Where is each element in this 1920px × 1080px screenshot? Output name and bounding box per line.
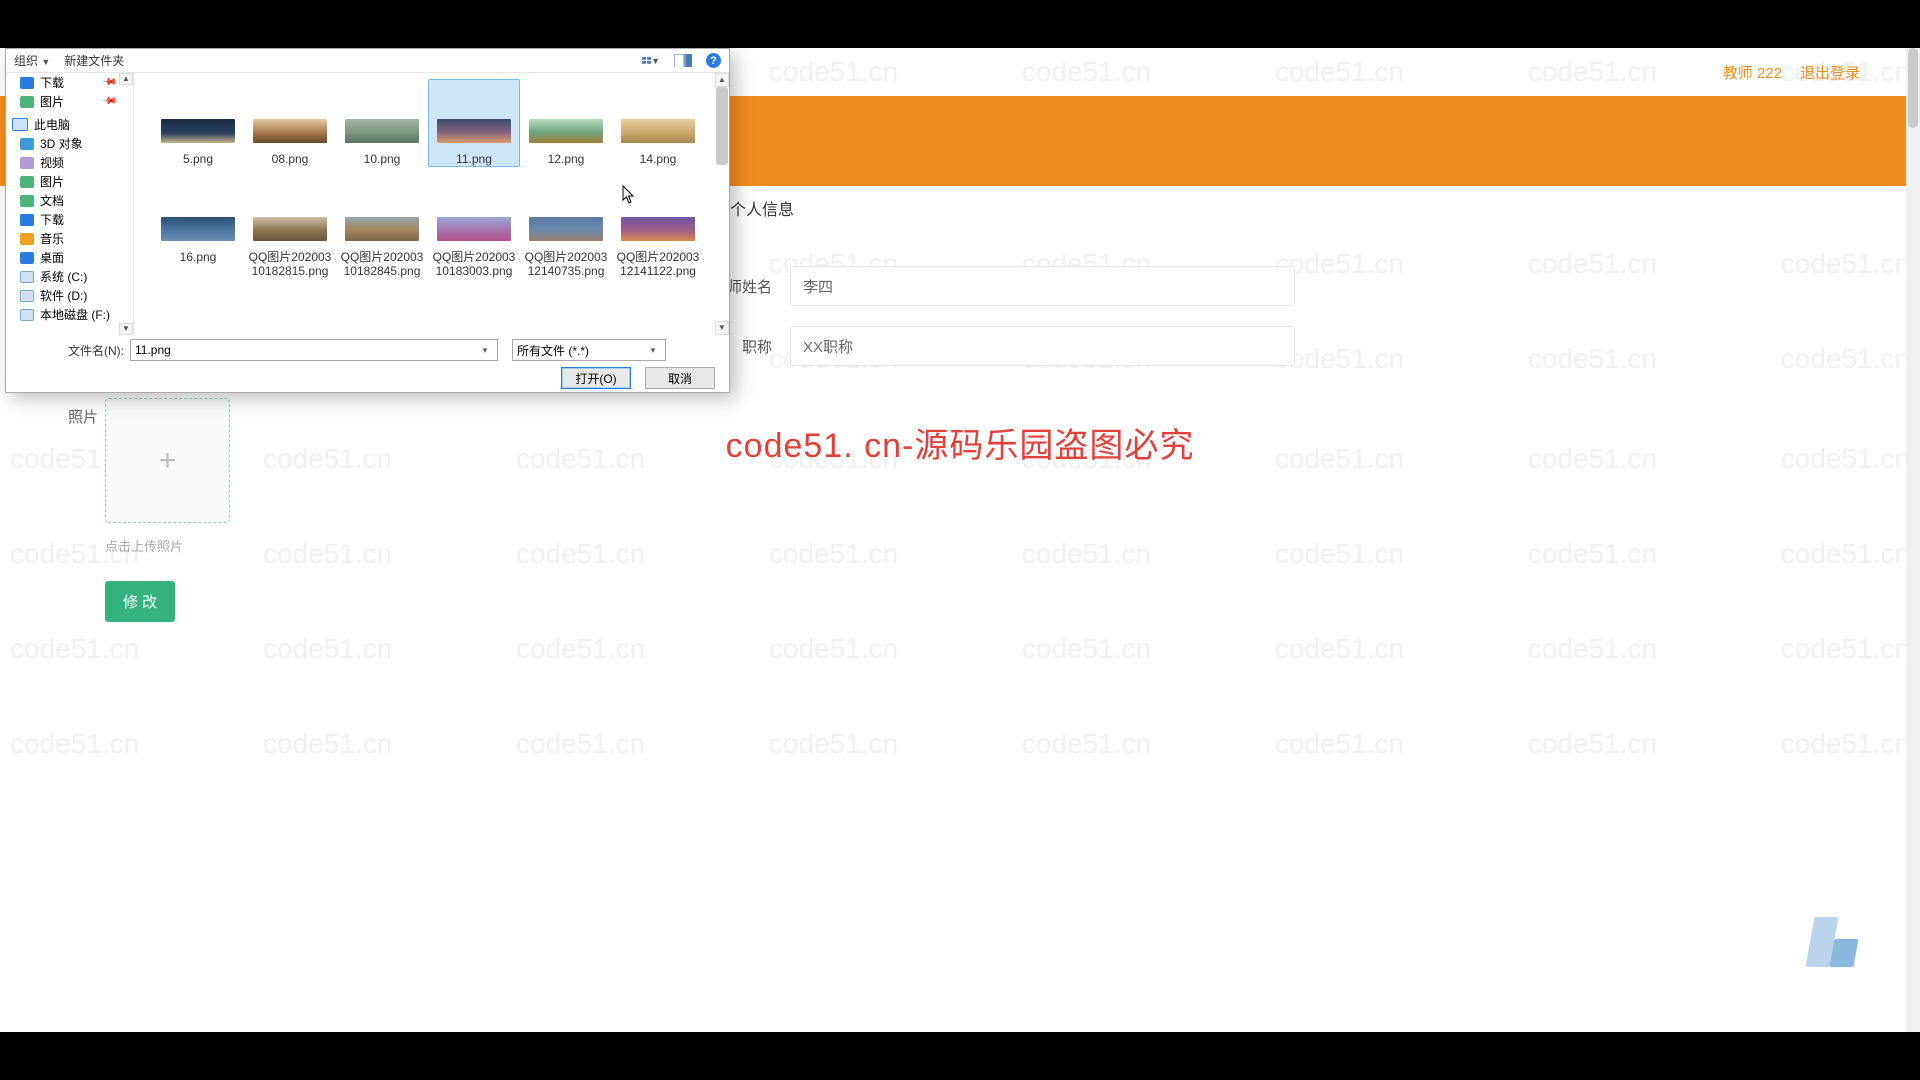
- file-item-selected[interactable]: 11.png: [428, 79, 520, 167]
- plus-icon: +: [159, 444, 177, 478]
- file-item[interactable]: 14.png: [612, 79, 704, 167]
- user-label: 教师 222: [1723, 62, 1782, 83]
- dialog-toolbar: 组织 ▼ 新建文件夹 ▼ ?: [6, 49, 729, 73]
- file-item[interactable]: QQ图片20200312140735.png: [520, 177, 612, 279]
- submit-button[interactable]: 修 改: [105, 581, 175, 622]
- nav-item-pictures[interactable]: 图片📌: [6, 92, 133, 111]
- file-item[interactable]: QQ图片20200310182815.png: [244, 177, 336, 279]
- nav-item-music[interactable]: 音乐: [6, 229, 133, 248]
- cancel-button[interactable]: 取消: [645, 367, 715, 389]
- filetype-select[interactable]: 所有文件 (*.*) ▾: [512, 339, 666, 361]
- file-item[interactable]: 5.png: [152, 79, 244, 167]
- file-item[interactable]: QQ图片20200310183003.png: [428, 177, 520, 279]
- logout-link[interactable]: 退出登录: [1800, 62, 1860, 83]
- photo-label: 照片: [68, 406, 98, 427]
- filename-input[interactable]: 11.png ▾: [130, 339, 498, 361]
- view-mode-icon[interactable]: ▼: [642, 54, 660, 68]
- help-icon[interactable]: ?: [706, 53, 721, 68]
- open-button[interactable]: 打开(O): [561, 367, 631, 389]
- nav-item-drive-c[interactable]: 系统 (C:): [6, 267, 133, 286]
- nav-item-downloads2[interactable]: 下载: [6, 210, 133, 229]
- files-scrollbar[interactable]: ▲ ▼: [715, 73, 729, 335]
- preview-pane-icon[interactable]: [674, 54, 692, 68]
- file-open-dialog: 组织 ▼ 新建文件夹 ▼ ? 下载📌 图片📌 此电脑 3D 对象 视频 图片 文…: [5, 48, 730, 393]
- file-item[interactable]: QQ图片20200312141122.png: [612, 177, 704, 279]
- chevron-down-icon[interactable]: ▾: [477, 345, 493, 356]
- dialog-bottom: 文件名(N): 11.png ▾ 所有文件 (*.*) ▾ 打开(O) 取消: [6, 335, 729, 393]
- teacher-name-input[interactable]: [790, 266, 1295, 306]
- upload-tip: 点击上传照片: [105, 536, 183, 555]
- file-item[interactable]: 16.png: [152, 177, 244, 279]
- nav-item-drive-f[interactable]: 本地磁盘 (F:): [6, 305, 133, 324]
- nav-item-pictures2[interactable]: 图片: [6, 172, 133, 191]
- dialog-nav-pane: 下载📌 图片📌 此电脑 3D 对象 视频 图片 文档 下载 音乐 桌面 系统 (…: [6, 73, 134, 335]
- nav-item-3d-objects[interactable]: 3D 对象: [6, 134, 133, 153]
- filename-label: 文件名(N):: [16, 342, 124, 359]
- nav-item-desktop[interactable]: 桌面: [6, 248, 133, 267]
- nav-item-downloads[interactable]: 下载📌: [6, 73, 133, 92]
- dialog-file-pane: 5.png 08.png 10.png 11.png 12.png 14.png…: [134, 73, 729, 335]
- photo-upload-box[interactable]: +: [105, 398, 230, 523]
- file-item[interactable]: QQ图片20200310182845.png: [336, 177, 428, 279]
- file-item[interactable]: 08.png: [244, 79, 336, 167]
- organize-menu[interactable]: 组织 ▼: [14, 52, 50, 69]
- new-folder-button[interactable]: 新建文件夹: [64, 52, 124, 69]
- file-item[interactable]: 12.png: [520, 79, 612, 167]
- nav-item-videos[interactable]: 视频: [6, 153, 133, 172]
- nav-item-this-pc[interactable]: 此电脑: [6, 115, 133, 134]
- nav-item-drive-d[interactable]: 软件 (D:): [6, 286, 133, 305]
- nav-item-documents[interactable]: 文档: [6, 191, 133, 210]
- file-item[interactable]: 10.png: [336, 79, 428, 167]
- title-input[interactable]: [790, 326, 1295, 366]
- page-header: 教师 222 退出登录: [730, 48, 1920, 96]
- watermark-center: code51. cn-源码乐园盗图必究: [726, 418, 1195, 467]
- page-scrollbar[interactable]: [1906, 48, 1920, 1032]
- nav-scrollbar[interactable]: ▲ ▼: [119, 73, 133, 335]
- chevron-down-icon[interactable]: ▾: [645, 345, 661, 356]
- logo-icon: [1810, 917, 1865, 967]
